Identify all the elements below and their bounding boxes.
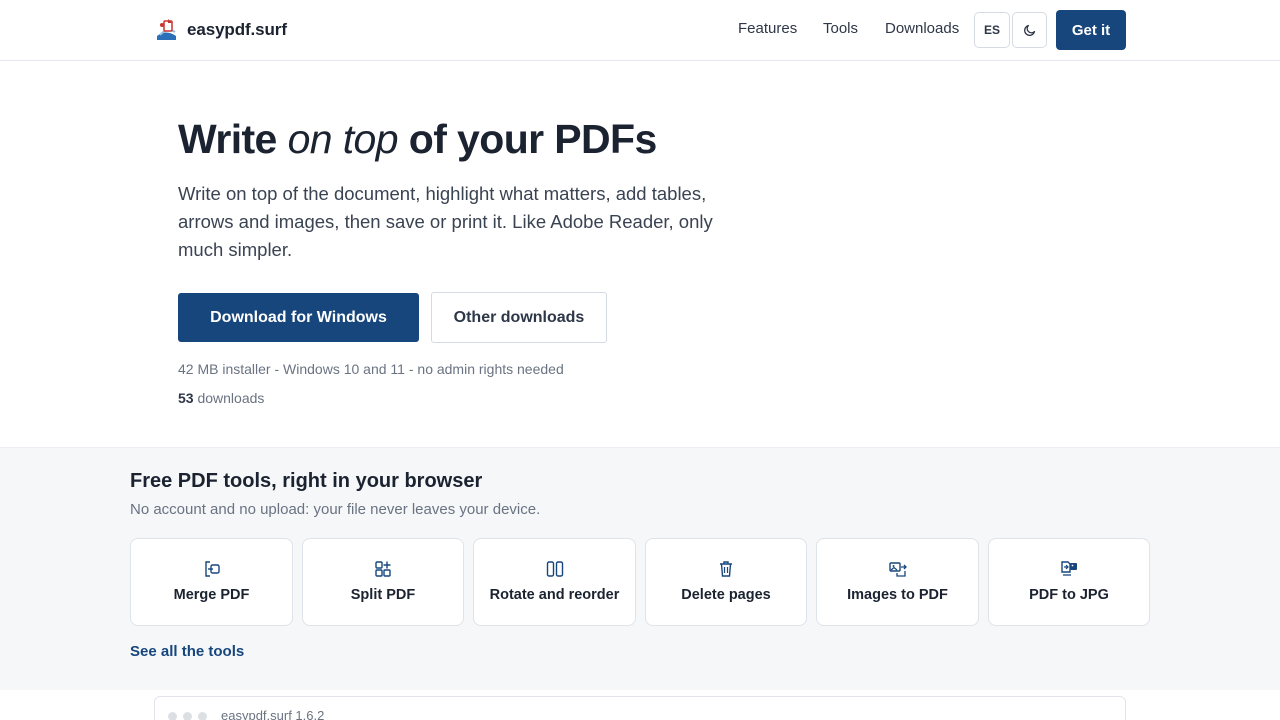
- download-windows-button[interactable]: Download for Windows: [178, 293, 419, 342]
- download-count-label: downloads: [193, 390, 265, 406]
- tool-card-pdf-to-jpg[interactable]: PDF to JPG: [988, 538, 1150, 626]
- trash-icon: [720, 561, 732, 577]
- tool-card-rotate-reorder[interactable]: Rotate and reorder: [473, 538, 636, 626]
- brand-logo-link[interactable]: easypdf.surf: [154, 17, 287, 42]
- tool-label: Merge PDF: [173, 587, 250, 603]
- tool-label: Split PDF: [350, 587, 416, 603]
- rotate-reorder-icon: [546, 561, 563, 577]
- top-navigation-bar: easypdf.surf Features Tools Downloads ES…: [0, 0, 1280, 61]
- images-to-pdf-icon: [888, 562, 907, 577]
- window-controls: [168, 712, 207, 720]
- nav-link-tools[interactable]: Tools: [823, 20, 858, 37]
- tool-card-split-pdf[interactable]: Split PDF: [302, 538, 464, 626]
- app-window-preview: easypdf.surf 1.6.2: [154, 696, 1126, 720]
- surfer-logo-icon: [157, 19, 176, 40]
- tool-label: PDF to JPG: [1029, 587, 1109, 603]
- brand-name: easypdf.surf: [187, 19, 287, 39]
- window-dot-minimize: [183, 712, 192, 720]
- get-it-button[interactable]: Get it: [1056, 10, 1126, 50]
- split-icon: [375, 561, 391, 577]
- see-all-tools-link[interactable]: See all the tools: [130, 643, 244, 660]
- hero-title: Write on top of your PDFs: [178, 116, 657, 163]
- theme-toggle-button[interactable]: [1012, 12, 1047, 48]
- hero-subtitle: Write on top of the document, highlight …: [178, 183, 713, 260]
- tool-card-merge-pdf[interactable]: Merge PDF: [130, 538, 293, 626]
- nav-link-features[interactable]: Features: [738, 20, 797, 37]
- language-toggle-button[interactable]: ES: [974, 12, 1010, 48]
- tool-label: Rotate and reorder: [489, 587, 620, 603]
- hero-title-emphasis: on top: [287, 116, 399, 162]
- download-count: 53 downloads: [178, 390, 264, 406]
- app-window-title: easypdf.surf 1.6.2: [221, 708, 325, 720]
- window-dot-maximize: [198, 712, 207, 720]
- window-dot-close: [168, 712, 177, 720]
- nav-link-downloads[interactable]: Downloads: [885, 20, 959, 37]
- tool-label: Delete pages: [681, 587, 771, 603]
- tool-card-images-to-pdf[interactable]: Images to PDF: [816, 538, 979, 626]
- other-downloads-button[interactable]: Other downloads: [431, 292, 607, 343]
- merge-icon: [204, 561, 220, 577]
- installer-info: 42 MB installer - Windows 10 and 11 - no…: [178, 361, 564, 377]
- pdf-to-jpg-icon: [1061, 561, 1077, 576]
- tools-section-subtitle: No account and no upload: your file neve…: [130, 501, 541, 518]
- browser-tools-section: Free PDF tools, right in your browser No…: [0, 447, 1280, 690]
- moon-icon: [1023, 24, 1035, 36]
- tool-label: Images to PDF: [847, 587, 948, 603]
- tool-card-delete-pages[interactable]: Delete pages: [645, 538, 807, 626]
- hero-title-end: of your PDFs: [397, 116, 658, 162]
- tools-section-title: Free PDF tools, right in your browser: [130, 470, 483, 492]
- hero-title-start: Write: [178, 116, 288, 162]
- download-count-number: 53: [178, 390, 194, 406]
